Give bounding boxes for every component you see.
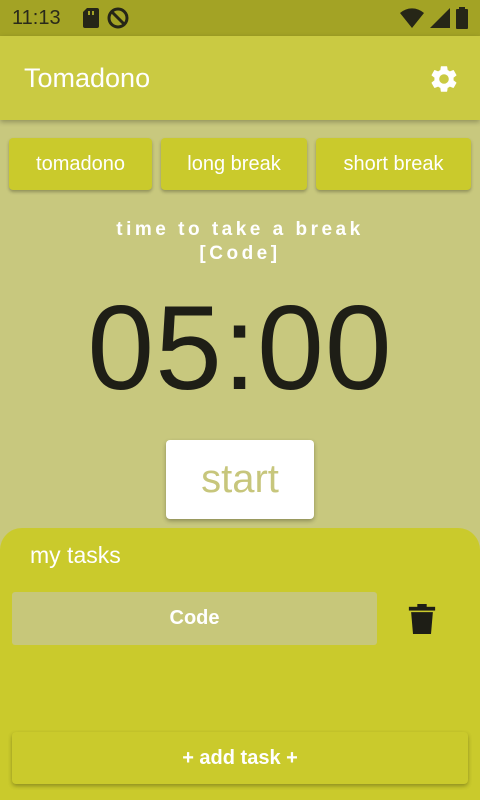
mode-button-long-break[interactable]: long break [161, 138, 307, 190]
countdown-timer: 05:00 [87, 281, 393, 415]
gear-icon [431, 66, 457, 92]
session-message: time to take a break [116, 219, 364, 240]
cell-signal-icon [430, 8, 450, 33]
battery-icon [456, 7, 468, 34]
sd-card-icon [83, 8, 99, 33]
settings-button[interactable] [428, 63, 460, 95]
do-not-disturb-icon [107, 7, 129, 34]
tasks-panel: my tasks Code + add task + [0, 528, 480, 800]
task-item[interactable]: Code [12, 592, 377, 645]
mode-button-short-break[interactable]: short break [316, 138, 471, 190]
trash-icon [408, 604, 436, 634]
current-task-tag: [Code] [199, 243, 281, 264]
app-title: Tomadono [24, 63, 151, 93]
wifi-icon [400, 8, 424, 33]
tasks-title: my tasks [30, 542, 121, 568]
delete-task-button[interactable] [408, 604, 436, 634]
status-time: 11:13 [12, 7, 61, 29]
app-bar: Tomadono [0, 36, 480, 120]
start-button[interactable]: start [166, 440, 314, 519]
add-task-button[interactable]: + add task + [12, 732, 468, 784]
mode-button-tomadono[interactable]: tomadono [9, 138, 152, 190]
status-bar: 11:13 [0, 0, 480, 36]
